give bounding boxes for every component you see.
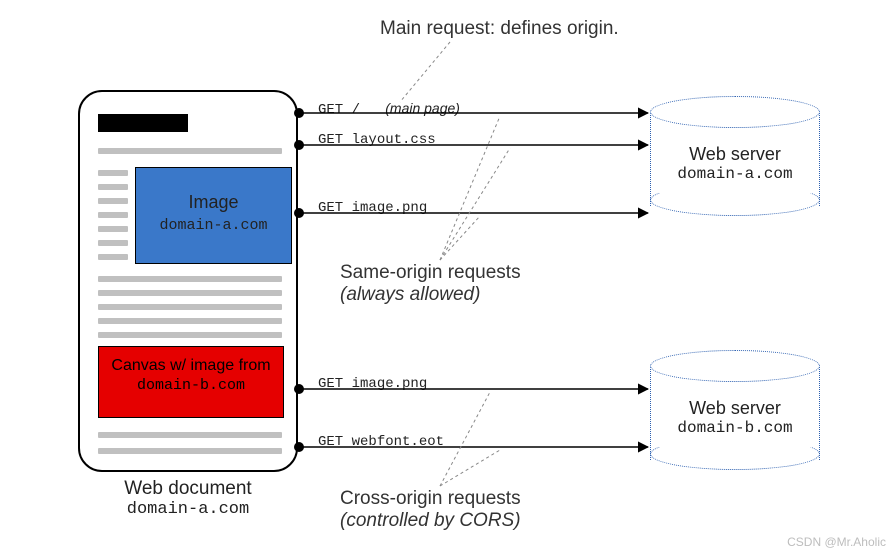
same-origin-line2: (always allowed) [340, 284, 521, 306]
main-request-note: Main request: defines origin. [380, 18, 619, 40]
server-a-domain: domain-a.com [650, 165, 820, 183]
same-origin-line1: Same-origin requests [340, 262, 521, 284]
server-b-title: Web server [650, 398, 820, 419]
port-main-page [294, 108, 304, 118]
server-b-domain: domain-b.com [650, 419, 820, 437]
device-header-bar [98, 114, 188, 132]
placeholder-line [98, 212, 128, 218]
request-image-b: GET image.png [318, 376, 427, 392]
placeholder-line [98, 170, 128, 176]
placeholder-line [98, 332, 282, 338]
image-box: Image domain-a.com [135, 167, 292, 264]
port-image-a [294, 208, 304, 218]
req-path: / [352, 102, 360, 118]
server-a-title: Web server [650, 144, 820, 165]
watermark: CSDN @Mr.Aholic [787, 535, 886, 549]
web-document-device: Image domain-a.com Canvas w/ image from … [78, 90, 298, 472]
port-image-b [294, 384, 304, 394]
req-path: image.png [352, 376, 428, 392]
placeholder-line [98, 318, 282, 324]
req-method: GET [318, 200, 343, 216]
cross-origin-line2: (controlled by CORS) [340, 510, 521, 532]
image-box-domain: domain-a.com [136, 217, 291, 234]
web-server-b: Web server domain-b.com [650, 350, 820, 470]
cross-origin-line1: Cross-origin requests [340, 488, 521, 510]
placeholder-line [98, 432, 282, 438]
same-origin-note: Same-origin requests (always allowed) [340, 262, 521, 306]
main-request-text: Main request: defines origin. [380, 18, 619, 39]
image-box-title: Image [136, 192, 291, 213]
placeholder-line [98, 148, 282, 154]
placeholder-line [98, 198, 128, 204]
placeholder-line [98, 276, 282, 282]
request-webfont: GET webfont.eot [318, 434, 444, 450]
canvas-box-domain: domain-b.com [99, 377, 283, 394]
placeholder-line [98, 184, 128, 190]
req-path: layout.css [352, 132, 436, 148]
web-document-caption-domain: domain-a.com [78, 500, 298, 519]
req-path: image.png [352, 200, 428, 216]
request-layout-css: GET layout.css [318, 132, 436, 148]
req-method: GET [318, 434, 343, 450]
request-main-page: GET / (main page) [318, 100, 460, 118]
canvas-box: Canvas w/ image from domain-b.com [98, 346, 284, 418]
req-method: GET [318, 102, 343, 118]
placeholder-line [98, 226, 128, 232]
req-hint: (main page) [385, 100, 460, 116]
web-server-a: Web server domain-a.com [650, 96, 820, 216]
placeholder-line [98, 240, 128, 246]
web-document-caption: Web document domain-a.com [78, 478, 298, 519]
placeholder-line [98, 254, 128, 260]
port-layout-css [294, 140, 304, 150]
web-document-caption-title: Web document [78, 478, 298, 500]
req-method: GET [318, 132, 343, 148]
request-image-a: GET image.png [318, 200, 427, 216]
canvas-box-title: Canvas w/ image from [99, 357, 283, 375]
placeholder-line [98, 290, 282, 296]
req-path: webfont.eot [352, 434, 444, 450]
cross-origin-note: Cross-origin requests (controlled by COR… [340, 488, 521, 532]
req-method: GET [318, 376, 343, 392]
port-webfont [294, 442, 304, 452]
placeholder-line [98, 448, 282, 454]
placeholder-line [98, 304, 282, 310]
